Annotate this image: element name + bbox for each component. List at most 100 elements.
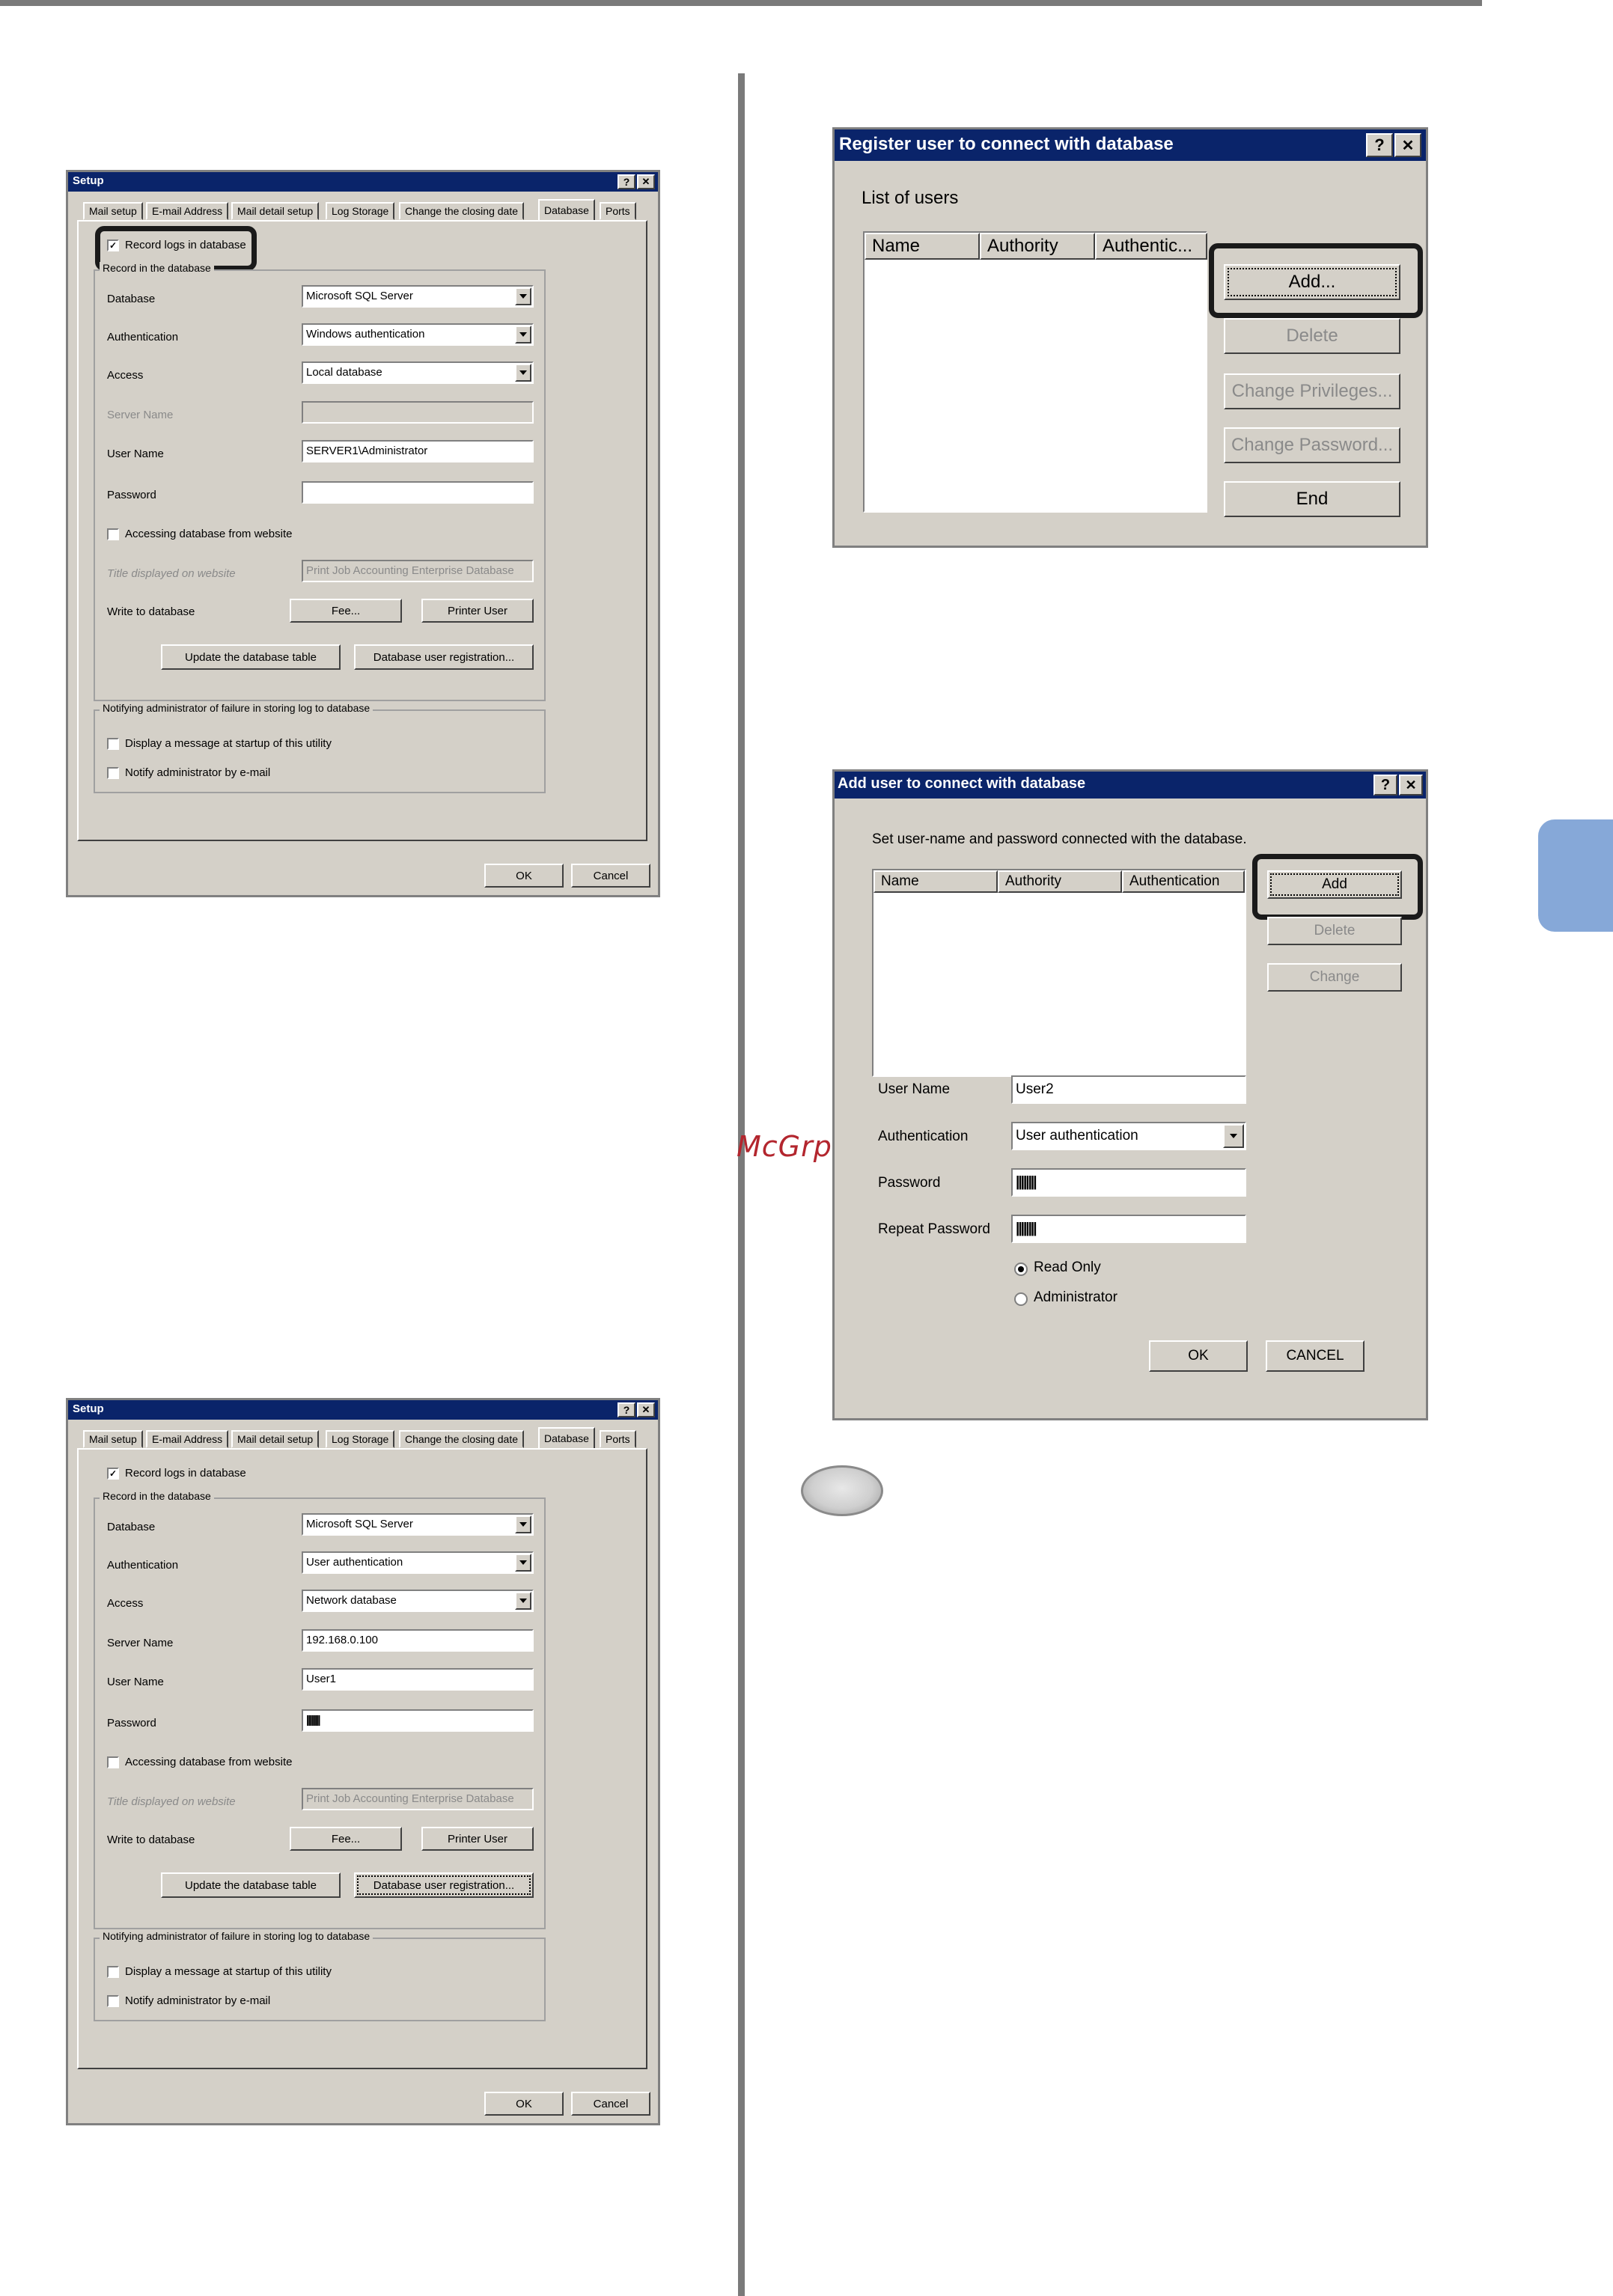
authentication-select[interactable]: User authentication xyxy=(302,1551,534,1574)
notify-email-checkbox[interactable] xyxy=(107,1995,119,2007)
title-on-website-field: Print Job Accounting Enterprise Database xyxy=(302,560,534,582)
server-name-field[interactable]: 192.168.0.100 xyxy=(302,1629,534,1652)
administrator-radio[interactable] xyxy=(1014,1292,1028,1306)
delete-button[interactable]: Delete xyxy=(1224,318,1400,354)
notify-email-label: Notify administrator by e-mail xyxy=(125,766,271,779)
users-listbox[interactable] xyxy=(863,231,1207,513)
database-select[interactable]: Microsoft SQL Server xyxy=(302,1513,534,1536)
fee-button[interactable]: Fee... xyxy=(290,599,402,623)
tab-log-storage[interactable]: Log Storage xyxy=(326,1430,395,1448)
chevron-down-icon[interactable] xyxy=(515,287,531,305)
help-button[interactable]: ? xyxy=(1373,775,1397,796)
window-title: Add user to connect with database xyxy=(838,775,1086,792)
record-logs-checkbox[interactable]: ✓ xyxy=(107,1468,119,1480)
help-button[interactable]: ? xyxy=(618,174,635,189)
tab-email-address[interactable]: E-mail Address xyxy=(146,202,229,220)
password-field[interactable]: |||||||| xyxy=(1011,1168,1246,1197)
database-select[interactable]: Microsoft SQL Server xyxy=(302,285,534,308)
column-authentication[interactable]: Authentic... xyxy=(1095,233,1207,260)
ok-button[interactable]: OK xyxy=(1149,1340,1248,1372)
server-name-label: Server Name xyxy=(107,409,174,421)
tab-mail-detail-setup[interactable]: Mail detail setup xyxy=(231,202,320,220)
printer-user-button[interactable]: Printer User xyxy=(421,599,534,623)
delete-button[interactable]: Delete xyxy=(1267,917,1402,945)
chevron-down-icon[interactable] xyxy=(515,364,531,382)
password-field[interactable] xyxy=(302,481,534,504)
display-message-checkbox[interactable] xyxy=(107,738,119,750)
user-name-field[interactable]: User1 xyxy=(302,1668,534,1691)
tab-ports[interactable]: Ports xyxy=(600,202,636,220)
read-only-radio[interactable] xyxy=(1014,1263,1028,1276)
change-privileges-button[interactable]: Change Privileges... xyxy=(1224,373,1400,409)
column-authority[interactable]: Authority xyxy=(998,870,1122,893)
fee-button[interactable]: Fee... xyxy=(290,1827,402,1851)
read-only-label: Read Only xyxy=(1034,1260,1101,1275)
chevron-down-icon[interactable] xyxy=(515,1554,531,1572)
window-title: Setup xyxy=(73,174,104,187)
help-button[interactable]: ? xyxy=(1366,133,1393,157)
tab-database[interactable]: Database xyxy=(538,199,595,222)
close-icon[interactable]: ✕ xyxy=(637,1402,655,1417)
close-icon[interactable]: ✕ xyxy=(1394,133,1421,157)
authentication-select[interactable]: Windows authentication xyxy=(302,323,534,346)
tab-mail-setup[interactable]: Mail setup xyxy=(83,202,143,220)
column-divider xyxy=(738,73,745,2296)
close-icon[interactable]: ✕ xyxy=(637,174,655,189)
group-legend: Record in the database xyxy=(100,262,214,274)
db-user-registration-button[interactable]: Database user registration... xyxy=(354,644,534,670)
database-value: Microsoft SQL Server xyxy=(306,290,413,302)
tab-database[interactable]: Database xyxy=(538,1427,595,1450)
update-table-button[interactable]: Update the database table xyxy=(161,1872,341,1898)
display-message-checkbox[interactable] xyxy=(107,1966,119,1978)
chevron-down-icon[interactable] xyxy=(515,1592,531,1610)
group-legend: Record in the database xyxy=(100,1490,214,1502)
password-field[interactable]: |||||||| xyxy=(302,1709,534,1732)
website-label: Accessing database from website xyxy=(125,528,293,540)
access-select[interactable]: Local database xyxy=(302,361,534,384)
ok-button[interactable]: OK xyxy=(484,2092,564,2116)
cancel-button[interactable]: Cancel xyxy=(571,2092,650,2116)
column-name[interactable]: Name xyxy=(865,233,980,260)
update-table-button[interactable]: Update the database table xyxy=(161,644,341,670)
cancel-button[interactable]: CANCEL xyxy=(1266,1340,1365,1372)
notify-email-label: Notify administrator by e-mail xyxy=(125,1994,271,2007)
users-listbox[interactable] xyxy=(872,869,1246,1077)
end-button[interactable]: End xyxy=(1224,481,1400,517)
notify-email-checkbox[interactable] xyxy=(107,767,119,779)
website-checkbox[interactable] xyxy=(107,528,119,540)
change-password-button[interactable]: Change Password... xyxy=(1224,427,1400,463)
tab-mail-detail-setup[interactable]: Mail detail setup xyxy=(231,1430,320,1448)
column-authority[interactable]: Authority xyxy=(980,233,1095,260)
repeat-password-field[interactable]: |||||||| xyxy=(1011,1215,1246,1243)
administrator-label: Administrator xyxy=(1034,1289,1117,1305)
cancel-button[interactable]: Cancel xyxy=(571,864,650,888)
tab-ports[interactable]: Ports xyxy=(600,1430,636,1448)
user-name-field[interactable]: User2 xyxy=(1011,1075,1246,1104)
chevron-down-icon[interactable] xyxy=(515,1515,531,1533)
register-user-dialog: Register user to connect with database ?… xyxy=(832,127,1428,548)
column-name[interactable]: Name xyxy=(873,870,998,893)
chevron-down-icon[interactable] xyxy=(515,326,531,344)
tab-log-storage[interactable]: Log Storage xyxy=(326,202,395,220)
chevron-down-icon[interactable] xyxy=(1223,1124,1244,1148)
printer-user-button[interactable]: Printer User xyxy=(421,1827,534,1851)
database-value: Microsoft SQL Server xyxy=(306,1518,413,1530)
ok-button[interactable]: OK xyxy=(484,864,564,888)
change-button[interactable]: Change xyxy=(1267,963,1402,992)
title-bar: Setup ? ✕ xyxy=(68,172,658,192)
user-name-field[interactable]: SERVER1\Administrator xyxy=(302,440,534,462)
tab-change-closing-date[interactable]: Change the closing date xyxy=(399,1430,524,1448)
authentication-select[interactable]: User authentication xyxy=(1011,1122,1246,1150)
top-rule xyxy=(0,0,1482,6)
help-button[interactable]: ? xyxy=(618,1402,635,1417)
column-authentication[interactable]: Authentication xyxy=(1122,870,1245,893)
db-user-registration-button[interactable]: Database user registration... xyxy=(354,1872,534,1898)
tab-email-address[interactable]: E-mail Address xyxy=(146,1430,229,1448)
close-icon[interactable]: ✕ xyxy=(1399,775,1423,796)
title-on-website-label: Title displayed on website xyxy=(107,1795,236,1808)
tab-change-closing-date[interactable]: Change the closing date xyxy=(399,202,524,220)
chapter-side-tab xyxy=(1538,819,1613,932)
tab-mail-setup[interactable]: Mail setup xyxy=(83,1430,143,1448)
access-select[interactable]: Network database xyxy=(302,1590,534,1612)
website-checkbox[interactable] xyxy=(107,1756,119,1768)
